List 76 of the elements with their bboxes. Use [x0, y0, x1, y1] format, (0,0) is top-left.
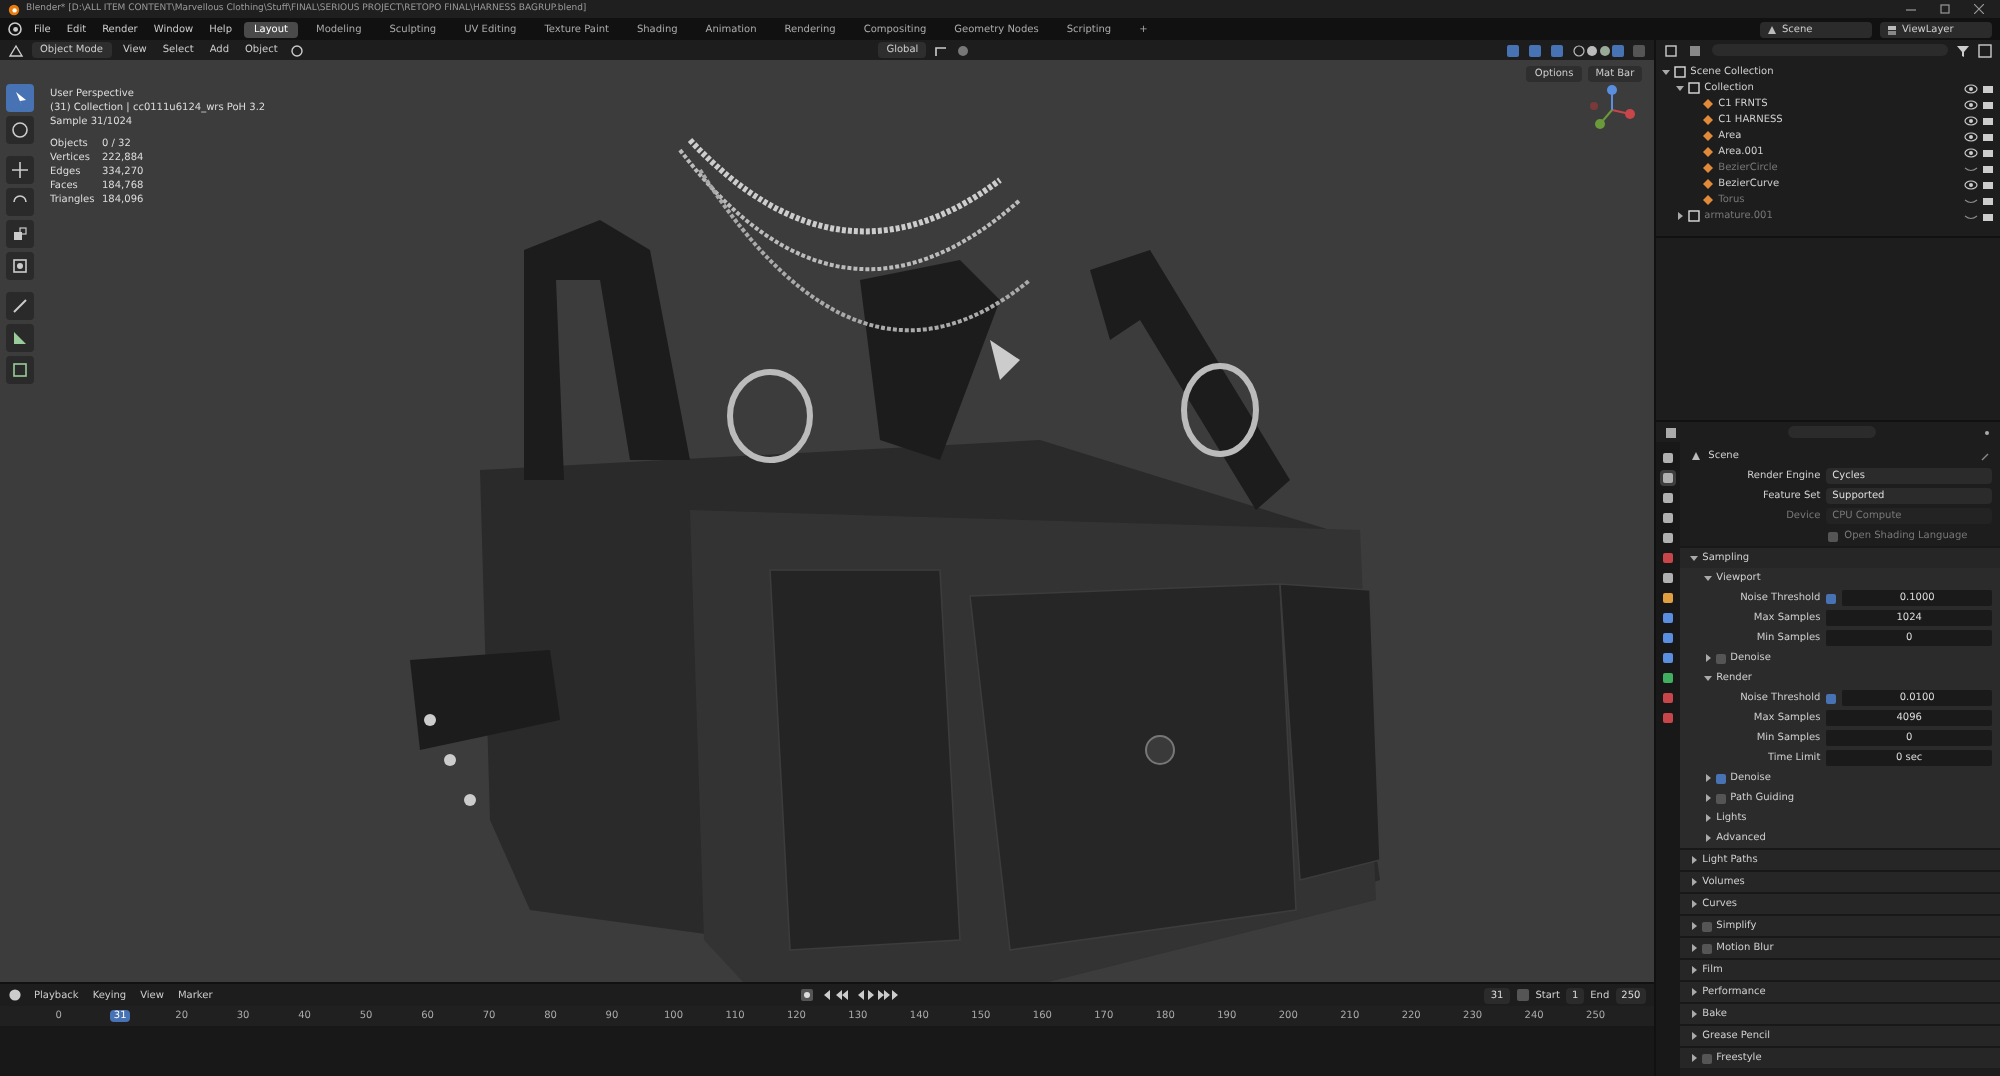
scale-icon: [10, 224, 30, 244]
eye-icon[interactable]: [1964, 115, 1978, 125]
collapsed-arrow-icon[interactable]: [1704, 834, 1713, 842]
collapsed-arrow-icon[interactable]: [1704, 654, 1713, 662]
minimize-icon[interactable]: [1906, 4, 1916, 14]
eye-icon[interactable]: [1964, 83, 1978, 93]
checkbox[interactable]: [1716, 793, 1727, 803]
snap-icon[interactable]: [934, 43, 949, 57]
eye-icon[interactable]: [1964, 147, 1978, 157]
collapsed-arrow-icon[interactable]: [1690, 856, 1699, 864]
close-icon[interactable]: [1974, 4, 1984, 14]
checkbox[interactable]: [1702, 943, 1713, 953]
checkbox[interactable]: [1716, 653, 1727, 663]
options-icon[interactable]: [1982, 427, 1993, 437]
tool-button[interactable]: [6, 252, 34, 280]
shading-modes-icon[interactable]: [1572, 43, 1625, 57]
tool-button[interactable]: [6, 220, 34, 248]
expanded-arrow-icon[interactable]: [1662, 68, 1671, 76]
eye-icon[interactable]: [1964, 179, 1978, 189]
collapsed-arrow-icon[interactable]: [1690, 922, 1699, 930]
collapsed-arrow-icon[interactable]: [1690, 1054, 1699, 1062]
collapsed-arrow-icon[interactable]: [1704, 794, 1713, 802]
measure-icon: [10, 328, 30, 348]
eye-icon[interactable]: [1964, 131, 1978, 141]
tool-button[interactable]: [6, 356, 34, 384]
collapsed-arrow-icon[interactable]: [1690, 1032, 1699, 1040]
expanded-arrow-icon[interactable]: [1704, 574, 1713, 582]
cursor-icon: [10, 120, 30, 140]
collapsed-arrow-icon[interactable]: [1676, 212, 1685, 220]
collapsed-arrow-icon[interactable]: [1690, 900, 1699, 908]
overlay-toggle-icon[interactable]: [1632, 43, 1647, 57]
eye-closed-icon[interactable]: [1964, 195, 1978, 205]
scene-icon: [1766, 23, 1778, 35]
expanded-arrow-icon[interactable]: [1690, 554, 1699, 562]
collection-icon: [1688, 210, 1701, 222]
scene-icon: [1690, 450, 1703, 462]
transform-icon[interactable]: [289, 43, 304, 57]
eye-icon[interactable]: [1964, 99, 1978, 109]
collapsed-arrow-icon[interactable]: [1690, 966, 1699, 974]
new-collection-icon[interactable]: [1978, 43, 1992, 57]
tool-button[interactable]: [6, 84, 34, 112]
select-cursor-icon: [10, 88, 30, 108]
pin-icon[interactable]: [1980, 451, 1990, 461]
add-cube-icon: [10, 360, 30, 380]
tool-button[interactable]: [6, 188, 34, 216]
display-mode-icon[interactable]: [1688, 43, 1705, 57]
tool-button[interactable]: [6, 156, 34, 184]
collapsed-arrow-icon[interactable]: [1690, 988, 1699, 996]
checkbox[interactable]: [1702, 1053, 1713, 1063]
editor-type-icon[interactable]: [1664, 43, 1681, 57]
move-icon: [10, 160, 30, 180]
expanded-arrow-icon[interactable]: [1704, 674, 1713, 682]
checkbox[interactable]: [1826, 593, 1837, 603]
eye-closed-icon[interactable]: [1964, 211, 1978, 221]
tool-button[interactable]: [6, 292, 34, 320]
tool-button[interactable]: [6, 324, 34, 352]
tool-button[interactable]: [6, 116, 34, 144]
collapsed-arrow-icon[interactable]: [1690, 878, 1699, 886]
checkbox[interactable]: [1826, 693, 1837, 703]
collapsed-arrow-icon[interactable]: [1704, 814, 1713, 822]
editor-type-icon[interactable]: [1664, 425, 1681, 439]
maximize-icon[interactable]: [1940, 4, 1950, 14]
layers-icon: [1886, 23, 1898, 35]
transform-icon: [10, 256, 30, 276]
expanded-arrow-icon[interactable]: [1676, 84, 1685, 92]
collapsed-arrow-icon[interactable]: [1704, 774, 1713, 782]
checkbox[interactable]: [1716, 773, 1727, 783]
checkbox[interactable]: [1702, 921, 1713, 931]
collapsed-arrow-icon[interactable]: [1690, 1010, 1699, 1018]
editor-type-icon[interactable]: [8, 43, 24, 57]
playback-controls-icon[interactable]: [820, 988, 901, 1002]
record-icon[interactable]: [800, 988, 815, 1002]
eye-closed-icon[interactable]: [1964, 163, 1978, 173]
collapsed-arrow-icon[interactable]: [1690, 944, 1699, 952]
annotate-icon: [10, 296, 30, 316]
proportional-edit-icon[interactable]: [956, 43, 971, 57]
